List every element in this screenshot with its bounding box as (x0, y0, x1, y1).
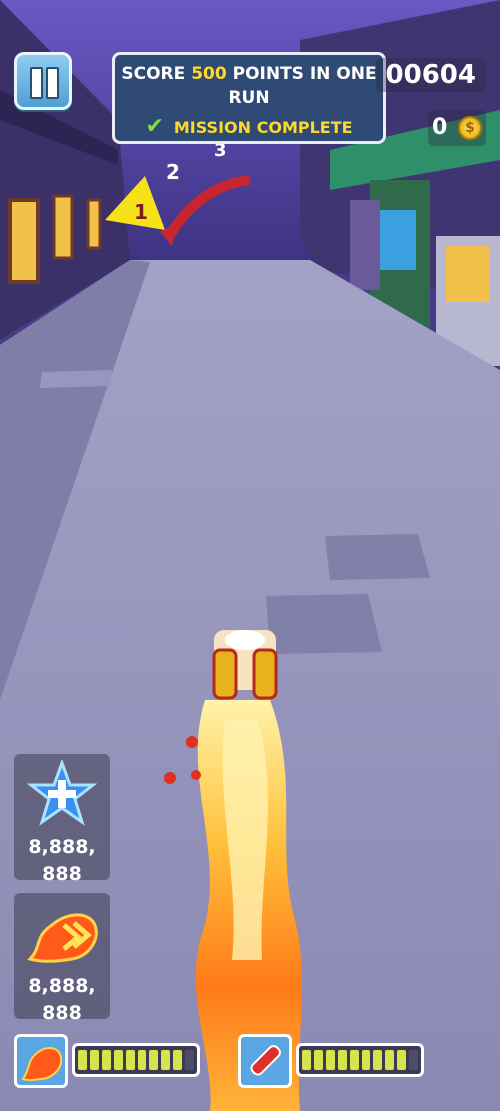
checkmark-icon: ✔ (145, 114, 164, 139)
pause-button[interactable] (14, 52, 72, 110)
meter-segment (349, 1050, 359, 1070)
jetpack-meter (14, 1034, 204, 1088)
skateboard-meter (238, 1034, 428, 1088)
meter-segment (173, 1050, 183, 1070)
meter-segment (337, 1050, 347, 1070)
jetpack-meter-bar (72, 1043, 200, 1077)
skateboard-meter-bar (296, 1043, 424, 1077)
boost-powerup-card[interactable]: 8,888, 888 (14, 893, 110, 1024)
meter-segment (385, 1050, 395, 1070)
mission-text: SCORE 500 POINTS IN ONE RUN (121, 64, 377, 108)
shield-star-icon (27, 760, 97, 826)
coin-count: 0 (432, 115, 448, 140)
meter-segment (373, 1050, 383, 1070)
shield-count: 8,888, 888 (28, 836, 96, 885)
meter-segment (149, 1050, 159, 1070)
coin-counter: 0 $ (428, 110, 486, 146)
meter-segment (397, 1050, 407, 1070)
fireball-icon (27, 913, 98, 963)
pause-icon (30, 67, 43, 99)
skateboard-icon (238, 1034, 292, 1088)
meter-segment (361, 1050, 371, 1070)
track-marker-2: 2 (166, 160, 180, 184)
mission-status: ✔ MISSION COMPLETE (145, 114, 353, 139)
meter-segment (325, 1050, 335, 1070)
meter-segment (161, 1050, 171, 1070)
score-counter: 00604 (375, 58, 486, 92)
meter-segment (89, 1050, 99, 1070)
meter-segment (113, 1050, 123, 1070)
track-marker-1: 1 (134, 200, 148, 224)
jetpack-fireball-icon (14, 1034, 68, 1088)
meter-segment (313, 1050, 323, 1070)
meter-segment (101, 1050, 111, 1070)
coin-icon: $ (458, 116, 482, 140)
boost-count: 8,888, 888 (28, 975, 96, 1024)
meter-segment (302, 1050, 311, 1070)
mission-banner: SCORE 500 POINTS IN ONE RUN ✔ MISSION CO… (112, 52, 386, 144)
meter-segment (409, 1050, 419, 1070)
meter-segment (78, 1050, 87, 1070)
meter-segment (185, 1050, 195, 1070)
shield-powerup-card[interactable]: 8,888, 888 (14, 754, 110, 885)
meter-segment (137, 1050, 147, 1070)
meter-segment (125, 1050, 135, 1070)
